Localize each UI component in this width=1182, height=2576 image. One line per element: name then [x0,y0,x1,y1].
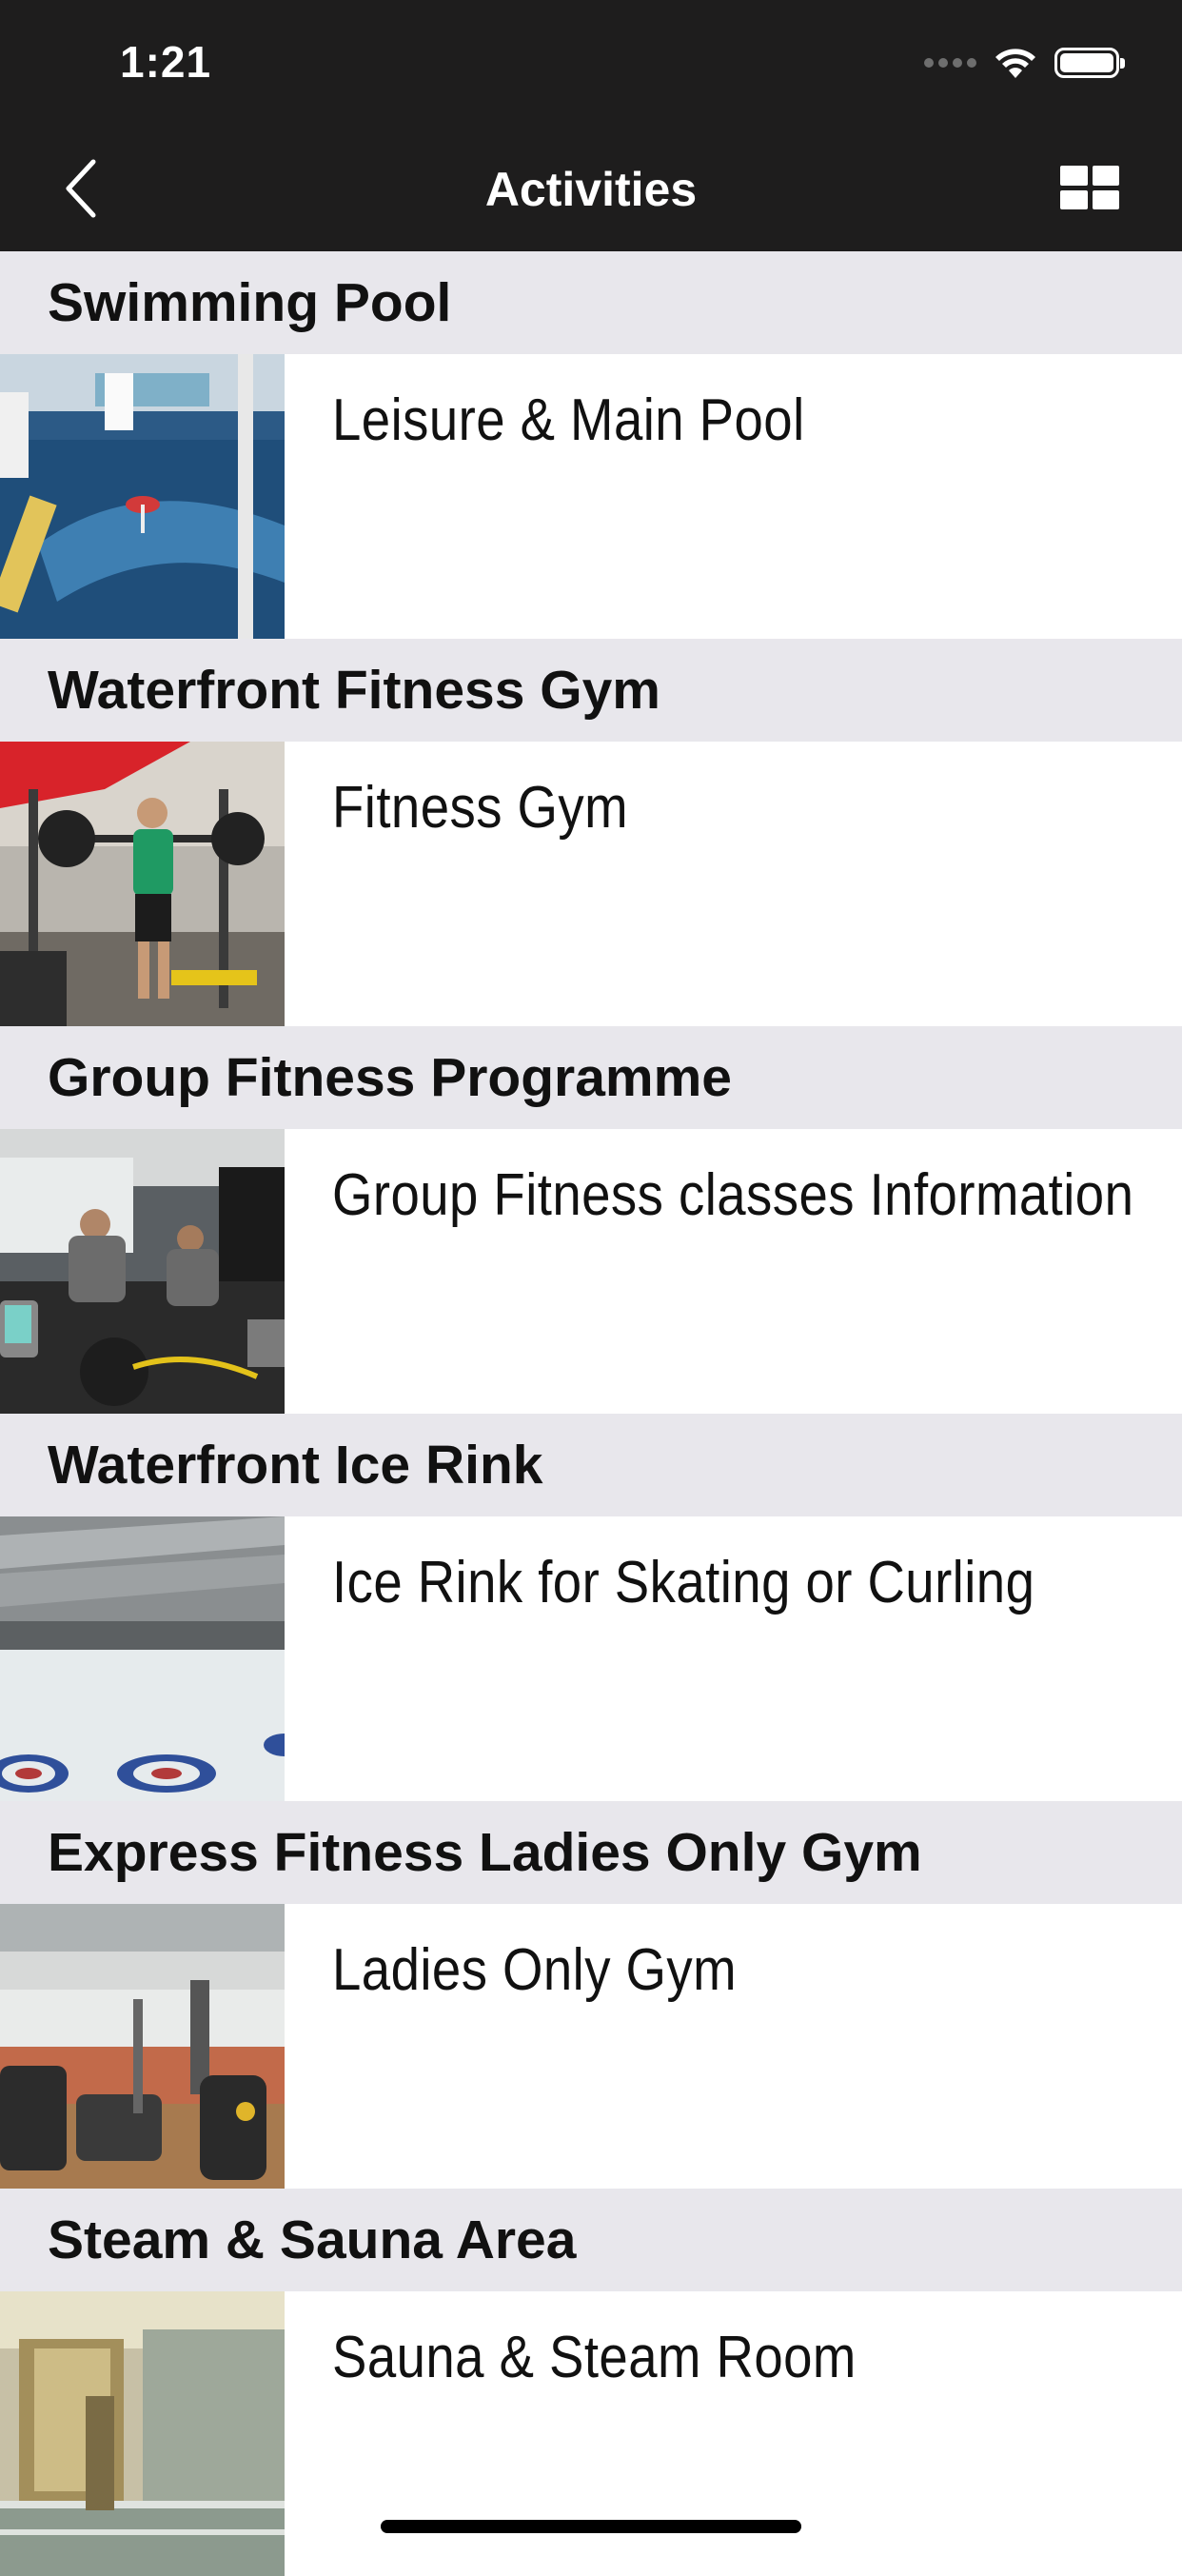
wifi-icon [995,49,1035,78]
list-item-sauna-steam-room[interactable]: Sauna & Steam Room [0,2291,1182,2576]
status-bar: 1:21 [0,0,1182,126]
ice-rink-thumbnail [0,1516,285,1801]
page-title: Activities [484,163,698,216]
home-indicator[interactable] [381,2520,801,2533]
list-item-title: Fitness Gym [332,775,629,841]
cellular-signal-icon [924,58,976,68]
grid-view-button[interactable] [1060,166,1119,209]
grid-icon [1060,166,1088,186]
list-item-ladies-only-gym[interactable]: Ladies Only Gym [0,1904,1182,2189]
ladies-gym-thumbnail [0,1904,285,2189]
list-item-title: Ladies Only Gym [332,1937,738,2003]
section-header-fitness-gym: Waterfront Fitness Gym [0,639,1182,742]
list-item-title: Ice Rink for Skating or Curling [332,1550,1035,1615]
list-item-fitness-gym[interactable]: Fitness Gym [0,742,1182,1026]
section-header-swimming-pool: Swimming Pool [0,251,1182,354]
group-fitness-thumbnail [0,1129,285,1414]
section-header-group-fitness: Group Fitness Programme [0,1026,1182,1129]
battery-icon [1054,48,1125,78]
activities-list: Swimming Pool Leisure & Main Pool Waterf… [0,251,1182,2576]
navigation-bar: Activities [0,126,1182,251]
list-item-title: Group Fitness classes Information [332,1162,1134,1228]
list-item-title: Sauna & Steam Room [332,2325,857,2390]
sauna-thumbnail [0,2291,285,2576]
list-item-group-fitness-classes[interactable]: Group Fitness classes Information [0,1129,1182,1414]
status-icons [924,44,1125,82]
list-item-ice-rink[interactable]: Ice Rink for Skating or Curling [0,1516,1182,1801]
section-header-ladies-gym: Express Fitness Ladies Only Gym [0,1801,1182,1904]
gym-thumbnail [0,742,285,1026]
status-time: 1:21 [120,37,212,87]
section-header-ice-rink: Waterfront Ice Rink [0,1414,1182,1516]
pool-thumbnail [0,354,285,639]
section-header-steam-sauna: Steam & Sauna Area [0,2189,1182,2291]
list-item-title: Leisure & Main Pool [332,387,805,453]
list-item-leisure-main-pool[interactable]: Leisure & Main Pool [0,354,1182,639]
